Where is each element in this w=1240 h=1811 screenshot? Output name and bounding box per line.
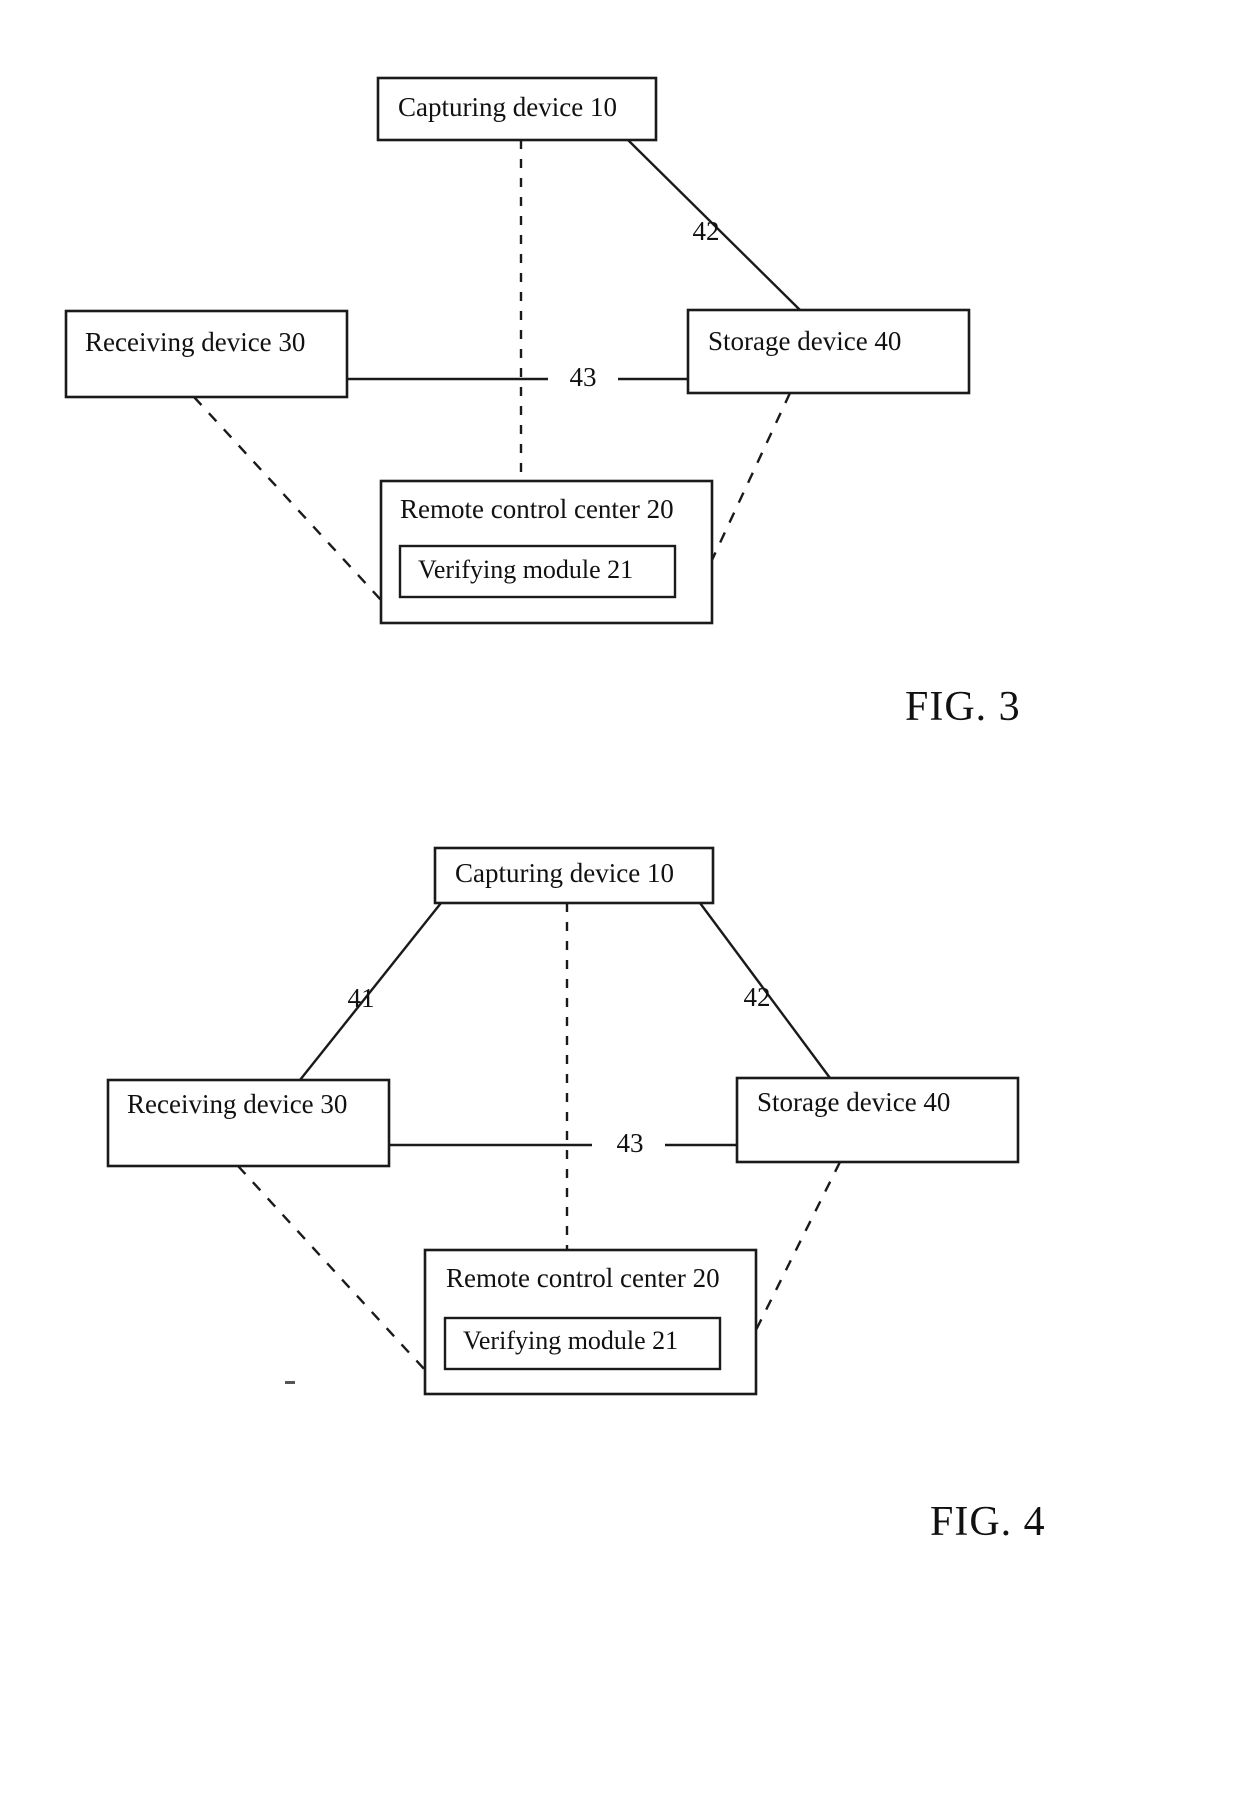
scan-speck (285, 1381, 295, 1384)
connector-label-edge-43-left: 43 (617, 1128, 644, 1158)
figure-fig-3: 42 43 Capturing device 10 Receiving device … (64, 76, 1021, 730)
connector-label-edge-42: 42 (744, 982, 771, 1012)
figure-caption-fig-4: FIG. 4 (930, 1499, 1046, 1545)
figure-fig-4: 41 42 43 Capturing device 10 Receiving devic… (106, 846, 1046, 1545)
connector-label-edge-41: 41 (348, 983, 375, 1013)
patent-figure-page: 42 43 Capturing device 10 Receiving device … (0, 0, 1240, 1811)
connector-label-edge-43-left: 43 (570, 362, 597, 392)
node-label-verifying-module: Verifying module 21 (418, 555, 633, 584)
connector-edge-storage-to-remote (754, 1161, 842, 1331)
connector-edge-receiving-to-remote (237, 1165, 426, 1371)
node-label-capturing-device: Capturing device 10 (398, 92, 617, 122)
figures-canvas: 42 43 Capturing device 10 Receiving device … (64, 76, 1046, 1545)
node-label-storage-device: Storage device 40 (708, 326, 901, 356)
connector-edge-storage-to-remote (710, 392, 792, 561)
connector-edge-receiving-to-remote (193, 396, 382, 601)
figure-caption-fig-3: FIG. 3 (905, 684, 1021, 730)
node-label-receiving-device: Receiving device 30 (85, 327, 305, 357)
node-label-storage-device: Storage device 40 (757, 1087, 950, 1117)
node-label-remote-control-center: Remote control center 20 (400, 494, 674, 524)
node-label-capturing-device: Capturing device 10 (455, 858, 674, 888)
node-label-remote-control-center: Remote control center 20 (446, 1263, 720, 1293)
node-label-receiving-device: Receiving device 30 (127, 1089, 347, 1119)
node-label-verifying-module: Verifying module 21 (463, 1326, 678, 1355)
connector-label-edge-42: 42 (693, 216, 720, 246)
